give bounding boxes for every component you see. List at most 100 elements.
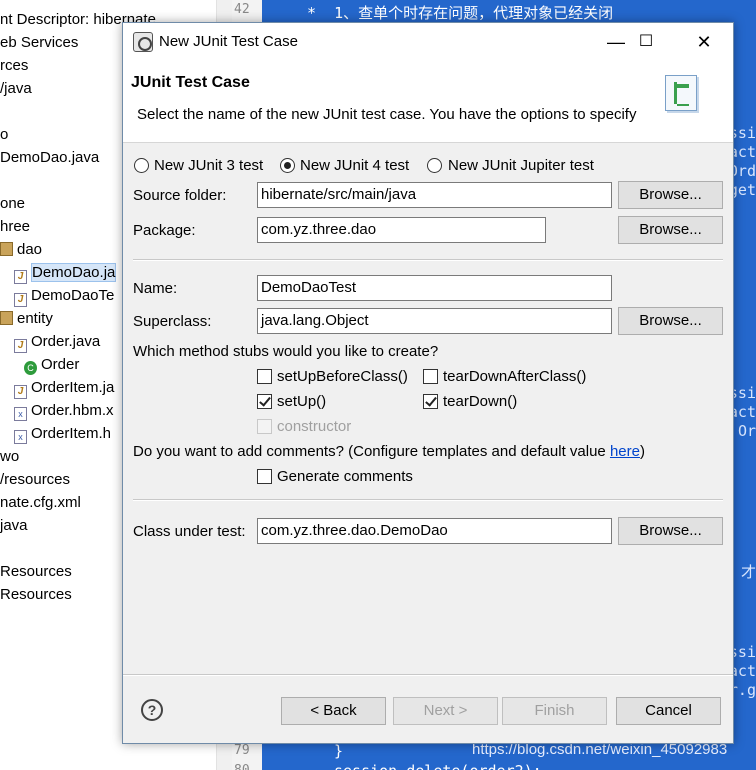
junit4-label[interactable]: New JUnit 4 test xyxy=(300,157,409,174)
package-field[interactable]: com.yz.three.dao xyxy=(257,217,546,243)
setupbeforeclass-checkbox[interactable] xyxy=(257,369,272,384)
explorer-item-label: DemoDao.ja xyxy=(31,263,117,282)
explorer-item[interactable]: hree xyxy=(0,216,30,238)
explorer-item[interactable]: nate.cfg.xml xyxy=(0,492,81,514)
eclipse-icon xyxy=(133,32,153,52)
class-under-test-label: Class under test: xyxy=(133,523,246,540)
explorer-item[interactable]: C Order xyxy=(24,354,79,376)
explorer-item-label: Order.hbm.x xyxy=(31,402,114,419)
explorer-item[interactable]: J Order.java xyxy=(14,331,100,353)
superclass-field[interactable]: java.lang.Object xyxy=(257,308,612,334)
cancel-button[interactable]: Cancel xyxy=(616,697,721,725)
package-icon xyxy=(0,242,13,256)
teardown-label[interactable]: tearDown() xyxy=(443,393,517,410)
explorer-item[interactable]: DemoDao.java xyxy=(0,147,99,169)
jupiter-radio[interactable] xyxy=(427,158,442,173)
explorer-item-label: OrderItem.ja xyxy=(31,379,115,396)
explorer-item-label: wo xyxy=(0,448,20,465)
next-button: Next > xyxy=(393,697,498,725)
setupbeforeclass-label[interactable]: setUpBeforeClass() xyxy=(277,368,408,385)
explorer-item-label: entity xyxy=(17,310,53,327)
comments-question-text: Do you want to add comments? (Configure … xyxy=(133,443,610,460)
code-fragment: 才 xyxy=(740,563,756,581)
explorer-item[interactable]: J OrderItem.ja xyxy=(14,377,114,399)
constructor-checkbox xyxy=(257,419,272,434)
java-file-icon: J xyxy=(14,339,27,353)
code-comment-line: * 1、查单个时存在问题，代理对象已经关闭 xyxy=(298,4,614,22)
comments-question-close: ) xyxy=(639,443,645,460)
explorer-item[interactable]: Resources xyxy=(0,561,72,583)
code-brace-line: } xyxy=(334,742,344,760)
help-icon[interactable]: ? xyxy=(141,699,163,721)
back-button[interactable]: < Back xyxy=(281,697,386,725)
source-folder-browse-button[interactable]: Browse... xyxy=(618,181,723,209)
explorer-item[interactable]: x Order.hbm.x xyxy=(14,400,114,422)
junit4-radio[interactable] xyxy=(280,158,295,173)
java-file-icon: J xyxy=(14,293,27,307)
xml-file-icon: x xyxy=(14,430,27,444)
explorer-item[interactable]: eb Services xyxy=(0,32,78,54)
code-fragment: Or xyxy=(737,422,756,440)
junit3-radio[interactable] xyxy=(134,158,149,173)
explorer-item-label: DemoDao.java xyxy=(0,149,100,166)
dialog-banner: JUnit Test Case Select the name of the n… xyxy=(123,61,733,143)
templates-link[interactable]: here xyxy=(610,443,640,460)
close-icon[interactable]: ✕ xyxy=(681,23,727,61)
explorer-item[interactable]: one xyxy=(0,193,25,215)
generate-comments-checkbox[interactable] xyxy=(257,469,272,484)
explorer-item[interactable]: Resources xyxy=(0,584,72,606)
name-field[interactable]: DemoDaoTest xyxy=(257,275,612,301)
explorer-item[interactable]: x OrderItem.h xyxy=(14,423,111,445)
jupiter-label[interactable]: New JUnit Jupiter test xyxy=(448,157,594,174)
generate-comments-label[interactable]: Generate comments xyxy=(277,468,413,485)
explorer-item[interactable]: rces xyxy=(0,55,28,77)
explorer-item[interactable]: J DemoDao.ja xyxy=(14,262,117,284)
stubs-question: Which method stubs would you like to cre… xyxy=(133,343,439,360)
junit3-label[interactable]: New JUnit 3 test xyxy=(154,157,263,174)
constructor-label: constructor xyxy=(277,418,352,435)
dialog-title: New JUnit Test Case xyxy=(159,33,298,50)
package-label: Package: xyxy=(133,222,196,239)
java-file-icon: J xyxy=(14,385,27,399)
class-under-test-browse-button[interactable]: Browse... xyxy=(618,517,723,545)
source-folder-label: Source folder: xyxy=(133,187,227,204)
class-under-test-field[interactable]: com.yz.three.dao.DemoDao xyxy=(257,518,612,544)
maximize-icon[interactable]: ☐ xyxy=(623,23,669,61)
banner-description: Select the name of the new JUnit test ca… xyxy=(137,106,637,123)
separator xyxy=(133,499,723,501)
code-last-line: session.delete(order2); xyxy=(334,762,542,770)
explorer-item-label: Order xyxy=(41,356,80,373)
source-folder-field[interactable]: hibernate/src/main/java xyxy=(257,182,612,208)
explorer-item[interactable]: o xyxy=(0,124,8,146)
package-browse-button[interactable]: Browse... xyxy=(618,216,723,244)
package-icon xyxy=(0,311,13,325)
separator xyxy=(123,674,733,676)
explorer-item[interactable]: J DemoDaoTe xyxy=(14,285,114,307)
explorer-item[interactable]: /resources xyxy=(0,469,70,491)
name-label: Name: xyxy=(133,280,178,297)
teardown-checkbox[interactable] xyxy=(423,394,438,409)
explorer-item-label: java xyxy=(0,517,28,534)
explorer-item[interactable]: /java xyxy=(0,78,32,100)
explorer-item-label: OrderItem.h xyxy=(31,425,112,442)
dialog-titlebar[interactable]: New JUnit Test Case — ☐ ✕ xyxy=(123,23,733,61)
superclass-browse-button[interactable]: Browse... xyxy=(618,307,723,335)
explorer-item[interactable]: java xyxy=(0,515,28,537)
setup-label[interactable]: setUp() xyxy=(277,393,326,410)
finish-button: Finish xyxy=(502,697,607,725)
teardownafterclass-label[interactable]: tearDownAfterClass() xyxy=(443,368,586,385)
explorer-item-label: Resources xyxy=(0,586,72,603)
explorer-item-label: one xyxy=(0,195,26,212)
explorer-item[interactable]: wo xyxy=(0,446,19,468)
teardownafterclass-checkbox[interactable] xyxy=(423,369,438,384)
explorer-item[interactable]: dao xyxy=(0,239,42,261)
explorer-item[interactable]: entity xyxy=(0,308,53,330)
junit-wizard-icon xyxy=(665,75,697,111)
explorer-item-label: Resources xyxy=(0,563,72,580)
class-icon: C xyxy=(24,361,37,375)
explorer-item-label: o xyxy=(0,126,9,143)
setup-checkbox[interactable] xyxy=(257,394,272,409)
superclass-label: Superclass: xyxy=(133,313,212,330)
explorer-item-label: DemoDaoTe xyxy=(31,287,115,304)
explorer-item-label: eb Services xyxy=(0,34,79,51)
